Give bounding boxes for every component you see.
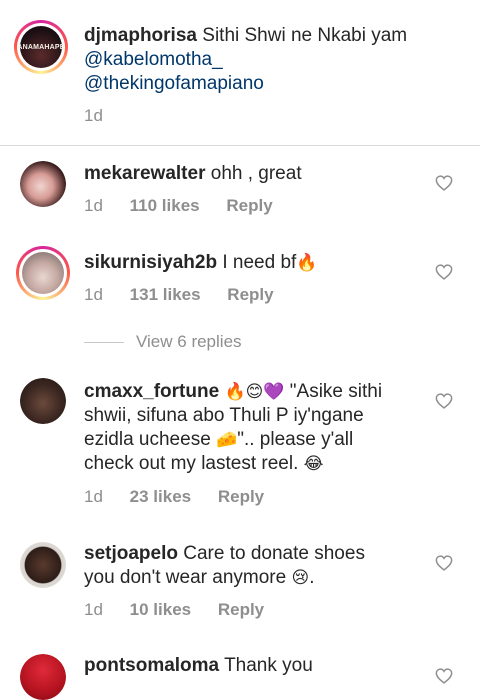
comment-time: 1d [84, 196, 103, 215]
comment-avatar[interactable] [20, 654, 66, 700]
comment-line: shwii, sifuna abo Thuli P iy'ngane [84, 405, 364, 426]
comment-avatar[interactable] [16, 246, 70, 300]
comment-line: cmaxx_fortune 🔥😊💜 "Asike sithi [84, 380, 382, 404]
comment-text: "Asike sithi [289, 381, 383, 402]
comment-line: ezidla ucheese 🧀".. please y'all [84, 428, 353, 452]
like-heart-icon[interactable] [435, 555, 453, 571]
like-heart-icon[interactable] [435, 175, 453, 191]
comment-meta: 1d 10 likes Reply [84, 600, 264, 620]
comment-likes[interactable]: 10 likes [130, 600, 191, 619]
comment-username[interactable]: pontsomaloma [84, 655, 219, 676]
comment-text: I need bf [222, 252, 297, 273]
comment-avatar-image [20, 654, 66, 700]
view-replies-button[interactable]: View 6 replies [84, 332, 242, 352]
reply-button[interactable]: Reply [218, 487, 264, 506]
comment-likes[interactable]: 110 likes [130, 196, 200, 215]
laughing-icon: 😂 [303, 454, 324, 473]
comment-text: you don't wear anymore [84, 567, 287, 588]
comment-username[interactable]: cmaxx_fortune [84, 381, 219, 402]
cheese-icon: 🧀 [216, 430, 238, 449]
caption-time: 1d [84, 106, 103, 125]
comment-likes[interactable]: 23 likes [130, 487, 191, 506]
caption-divider [0, 145, 480, 146]
comment-line: setjoapelo Care to donate shoes [84, 542, 365, 566]
reply-button[interactable]: Reply [218, 600, 264, 619]
comment-line: check out my lastest reel. 😂 [84, 452, 324, 476]
comment-avatar-image [22, 252, 64, 294]
comment-line: you don't wear anymore 😢. [84, 566, 314, 590]
like-heart-icon[interactable] [435, 668, 453, 684]
comment-text: Care to donate shoes [183, 543, 365, 564]
view-replies-line [84, 341, 124, 343]
fire-smile-heart-icon: 🔥😊💜 [224, 382, 285, 401]
crying-icon: 😢 [291, 568, 310, 587]
caption-avatar-label: ANAMAHAPE [17, 43, 65, 51]
comment-username[interactable]: setjoapelo [84, 543, 178, 564]
caption-avatar-image: ANAMAHAPE [17, 26, 65, 68]
comment-avatar-image [20, 378, 66, 424]
comment-avatar[interactable] [20, 378, 66, 424]
comment-line: sikurnisiyah2b I need bf🔥 [84, 251, 317, 275]
comment-meta: 1d 110 likes Reply [84, 196, 273, 216]
like-heart-icon[interactable] [435, 393, 453, 409]
comment-avatar[interactable] [20, 542, 66, 588]
caption-mention-1[interactable]: @kabelomotha_ [84, 48, 223, 72]
comment-username[interactable]: sikurnisiyah2b [84, 252, 217, 273]
comment-time: 1d [84, 487, 103, 506]
view-replies-label: View 6 replies [136, 332, 242, 351]
reply-button[interactable]: Reply [226, 196, 272, 215]
comment-meta: 1d 131 likes Reply [84, 285, 274, 305]
comment-text: Thank you [224, 655, 313, 676]
comment-time: 1d [84, 600, 103, 619]
caption-avatar-frame: ANAMAHAPE [17, 23, 65, 71]
reply-button[interactable]: Reply [227, 285, 273, 304]
comment-time: 1d [84, 285, 103, 304]
caption-line-1: djmaphorisa Sithi Shwi ne Nkabi yam [84, 24, 407, 48]
comment-username[interactable]: mekarewalter [84, 163, 205, 184]
comment-avatar-image [20, 542, 66, 588]
comment-avatar[interactable] [20, 161, 66, 207]
comment-line: mekarewalter ohh , great [84, 162, 302, 186]
caption-avatar[interactable]: ANAMAHAPE [14, 20, 68, 74]
comment-text: ezidla ucheese [84, 429, 211, 450]
comment-avatar-image [20, 161, 66, 207]
comment-line: pontsomaloma Thank you [84, 654, 313, 678]
comment-text: . [309, 567, 315, 588]
comment-meta: 1d 23 likes Reply [84, 487, 264, 507]
like-heart-icon[interactable] [435, 264, 453, 280]
comment-text: check out my lastest reel. [84, 453, 299, 474]
caption-mention-2[interactable]: @thekingofamapiano [84, 72, 264, 96]
caption-username[interactable]: djmaphorisa [84, 25, 197, 46]
comment-avatar-frame [19, 249, 67, 297]
caption-text: Sithi Shwi ne Nkabi yam [202, 25, 408, 46]
comment-likes[interactable]: 131 likes [130, 285, 201, 304]
comment-text: ".. please y'all [237, 429, 354, 450]
fire-icon: 🔥 [296, 253, 318, 272]
comment-text: ohh , great [210, 163, 302, 184]
